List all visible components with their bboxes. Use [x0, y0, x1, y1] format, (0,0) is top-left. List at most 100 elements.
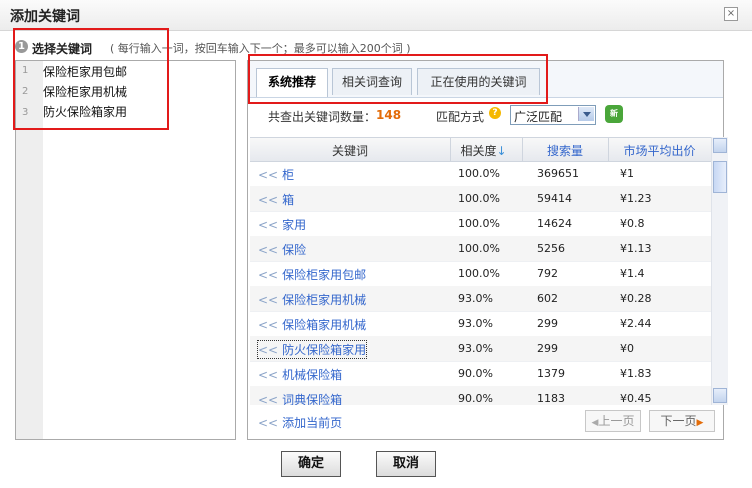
keyword-link[interactable]: << 家用 — [258, 216, 306, 233]
next-page-button[interactable]: 下一页▶ — [649, 410, 715, 432]
search-cell: 369651 — [537, 167, 579, 180]
keyword-text: 保险 — [282, 243, 307, 257]
highlight-box-tabs — [248, 54, 548, 104]
prev-page-button[interactable]: ◀上一页 — [585, 410, 641, 432]
cancel-button[interactable]: 取消 — [376, 451, 436, 477]
relevance-cell: 90.0% — [458, 367, 493, 380]
table-row: << 保险柜家用机械 93.0% 602 ¥0.28 — [250, 286, 711, 312]
add-current-page-label: 添加当前页 — [282, 416, 343, 430]
next-page-label: 下一页 — [660, 414, 697, 428]
search-cell: 14624 — [537, 217, 572, 230]
search-cell: 1183 — [537, 392, 565, 405]
price-cell: ¥1.83 — [620, 367, 652, 380]
close-icon[interactable]: × — [724, 7, 738, 21]
scroll-up-icon[interactable] — [713, 138, 727, 153]
price-cell: ¥0.45 — [620, 392, 652, 405]
add-arrow-icon: << — [258, 243, 279, 257]
keyword-link[interactable]: << 防火保险箱家用 — [256, 340, 368, 359]
scroll-down-icon[interactable] — [713, 388, 727, 403]
table-row: << 防火保险箱家用 93.0% 299 ¥0 — [250, 336, 711, 362]
search-cell: 299 — [537, 342, 558, 355]
keyword-text: 词典保险箱 — [282, 393, 343, 405]
keyword-text: 保险柜家用包邮 — [282, 268, 367, 282]
price-cell: ¥1 — [620, 167, 634, 180]
price-cell: ¥1.4 — [620, 267, 645, 280]
add-arrow-icon: << — [258, 393, 279, 405]
price-cell: ¥0.8 — [620, 217, 645, 230]
highlight-box-input — [13, 28, 169, 130]
new-badge-icon: 新 — [605, 105, 623, 123]
col-keyword: 关键词 — [331, 144, 368, 158]
search-cell: 5256 — [537, 242, 565, 255]
col-relevance[interactable]: 相关度↓ — [450, 142, 517, 159]
count-value: 148 — [376, 108, 402, 122]
search-cell: 602 — [537, 292, 558, 305]
dialog-titlebar: 添加关键词 × — [0, 0, 752, 31]
relevance-cell: 100.0% — [458, 267, 500, 280]
relevance-cell: 93.0% — [458, 292, 493, 305]
relevance-cell: 93.0% — [458, 342, 493, 355]
keyword-link[interactable]: << 保险 — [258, 241, 306, 258]
add-arrow-icon: << — [258, 293, 279, 307]
match-type-label: 匹配方式 — [436, 110, 485, 124]
sort-down-icon[interactable]: ↓ — [496, 144, 506, 158]
search-cell: 1379 — [537, 367, 565, 380]
add-arrow-icon: << — [258, 268, 279, 282]
add-current-page-link[interactable]: << 添加当前页 — [258, 414, 342, 431]
dialog-title: 添加关键词 — [10, 9, 80, 25]
table-row: << 机械保险箱 90.0% 1379 ¥1.83 — [250, 361, 711, 387]
price-cell: ¥1.23 — [620, 192, 652, 205]
col-search-volume[interactable]: 搜索量 — [522, 142, 608, 159]
keyword-text: 柜 — [282, 168, 295, 182]
price-cell: ¥0 — [620, 342, 634, 355]
keyword-text: 机械保险箱 — [282, 368, 343, 382]
table-row: << 保险 100.0% 5256 ¥1.13 — [250, 236, 711, 262]
add-arrow-icon: << — [258, 318, 279, 332]
relevance-cell: 93.0% — [458, 317, 493, 330]
keyword-table: 关键词 相关度↓ 搜索量 市场平均出价 << 柜 100.0% 369651 ¥1… — [250, 137, 711, 405]
keyword-text: 保险柜家用机械 — [282, 293, 367, 307]
keyword-link[interactable]: << 保险箱家用机械 — [258, 316, 366, 333]
table-row: << 家用 100.0% 14624 ¥0.8 — [250, 211, 711, 237]
keyword-link[interactable]: << 保险柜家用机械 — [258, 291, 366, 308]
relevance-cell: 100.0% — [458, 167, 500, 180]
recommendation-panel: 系统推荐 相关词查询 正在使用的关键词 共查出关键词数量： 148 匹配方式 ?… — [247, 60, 728, 440]
add-arrow-icon: << — [258, 218, 279, 232]
keyword-link[interactable]: << 柜 — [258, 166, 294, 183]
chevron-down-icon[interactable] — [578, 107, 594, 121]
relevance-cell: 100.0% — [458, 242, 500, 255]
add-arrow-icon: << — [258, 168, 279, 182]
relevance-cell: 90.0% — [458, 392, 493, 405]
keyword-link[interactable]: << 保险柜家用包邮 — [258, 266, 366, 283]
col-avg-price[interactable]: 市场平均出价 — [608, 142, 711, 159]
count-label: 共查出关键词数量： — [268, 110, 377, 124]
scrollbar-thumb[interactable] — [713, 161, 727, 193]
add-arrow-icon: << — [258, 343, 279, 357]
col-relevance-label: 相关度 — [460, 144, 497, 158]
price-cell: ¥1.13 — [620, 242, 652, 255]
match-type-select[interactable]: 广泛匹配 — [510, 105, 596, 125]
keyword-text: 家用 — [282, 218, 307, 232]
keyword-text: 防火保险箱家用 — [282, 343, 367, 357]
table-row: << 保险柜家用包邮 100.0% 792 ¥1.4 — [250, 261, 711, 287]
relevance-cell: 100.0% — [458, 217, 500, 230]
add-arrow-icon: << — [258, 193, 279, 207]
table-row: << 柜 100.0% 369651 ¥1 — [250, 161, 711, 187]
add-arrow-icon: << — [258, 368, 279, 382]
search-cell: 59414 — [537, 192, 572, 205]
add-arrow-icon: << — [258, 416, 279, 430]
confirm-button[interactable]: 确定 — [281, 451, 341, 477]
next-arrow-icon: ▶ — [696, 418, 704, 428]
keyword-link[interactable]: << 机械保险箱 — [258, 366, 342, 383]
prev-page-label: 上一页 — [598, 414, 635, 428]
table-scrollbar[interactable] — [711, 137, 728, 405]
price-cell: ¥2.44 — [620, 317, 652, 330]
help-icon[interactable]: ? — [489, 107, 501, 119]
keyword-link[interactable]: << 箱 — [258, 191, 294, 208]
search-cell: 299 — [537, 317, 558, 330]
table-row: << 词典保险箱 90.0% 1183 ¥0.45 — [250, 386, 711, 405]
relevance-cell: 100.0% — [458, 192, 500, 205]
keyword-text: 保险箱家用机械 — [282, 318, 367, 332]
keyword-link[interactable]: << 词典保险箱 — [258, 391, 342, 405]
match-type-value: 广泛匹配 — [514, 110, 563, 124]
